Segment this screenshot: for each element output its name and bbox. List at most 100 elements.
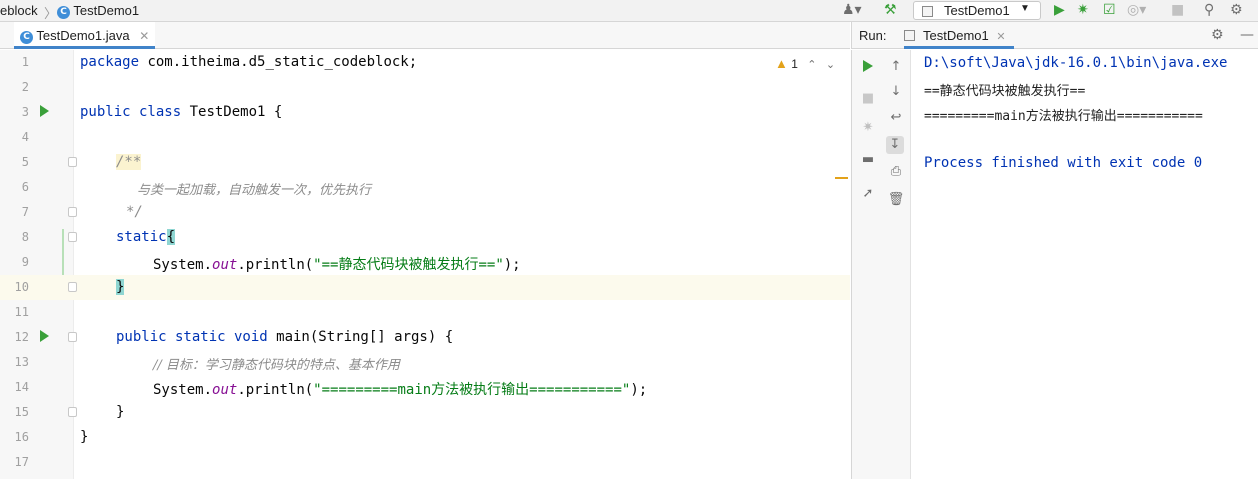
close-icon[interactable]: ✕ [996,31,1005,43]
code-line: 17 [0,450,850,475]
file-icon [904,30,915,41]
class-icon: C [20,31,33,44]
keyword: public static void [116,329,268,345]
code-line: 1 package com.itheima.d5_static_codebloc… [0,50,850,75]
method-call: .println( [237,382,314,398]
profile-icon[interactable]: ◎▾ [1127,2,1146,18]
clear-icon[interactable]: 🗑 [887,191,905,209]
fold-icon[interactable] [68,332,77,342]
breadcrumb-class[interactable]: C TestDemo1 [57,3,139,19]
run-tab-label: TestDemo1 [923,28,989,43]
code-line: 9 System.out.println("==静态代码块被触发执行=="); [0,250,850,275]
breadcrumb-separator-icon: 〉 [44,6,58,21]
debug-rerun-icon[interactable]: ✷ [859,119,877,137]
brace-highlight: } [116,279,125,295]
rerun-icon[interactable] [863,60,873,72]
class-declaration: TestDemo1 { [181,104,283,120]
line-number: 10 [14,280,29,294]
code-line: 5 /** [0,150,850,175]
breadcrumb-package[interactable]: eblock [0,3,38,18]
code-line: 14 System.out.println("=========main方法被执… [0,375,850,400]
method-call: .println( [237,257,314,273]
console-line-output: ==静态代码块被触发执行== [924,84,1086,99]
run-gutter-icon[interactable] [40,330,49,342]
run-configuration-label: TestDemo1 [944,3,1010,18]
debug-icon[interactable]: ✷ [1077,2,1089,18]
code-line-current: 10 } [0,275,850,300]
console-line-command: D:\soft\Java\jdk-16.0.1\bin\java.exe [924,55,1228,71]
code-line: 3 public class TestDemo1 { [0,100,850,125]
line-number: 17 [14,455,29,469]
run-toolbar-primary: ■ ✷ ▬ ➚ [851,50,881,479]
settings-icon[interactable]: ⚙ [1230,2,1243,18]
line-number: 2 [21,80,29,94]
arrow-down-icon[interactable]: ↓ [887,83,905,101]
line-number: 3 [21,105,29,119]
keyword: public class [80,104,182,120]
statement-end: ); [503,257,521,273]
line-number: 12 [14,330,29,344]
code-line: 13 // 目标：学习静态代码块的特点、基本作用 [0,350,850,375]
line-comment: // 目标：学习静态代码块的特点、基本作用 [153,358,400,373]
settings-icon[interactable]: ⚙ [1211,27,1224,43]
navigation-bar: eblock 〉 C TestDemo1 ♟▾ ⚒ TestDemo1 ▼ ▶ … [0,0,1258,22]
fold-icon[interactable] [68,157,77,167]
line-number: 13 [14,355,29,369]
user-icon[interactable]: ♟▾ [842,2,862,18]
line-number: 8 [21,230,29,244]
keyword: static [116,229,167,245]
run-tool-window-header: Run: TestDemo1 ✕ ⚙ — [851,22,1258,49]
line-number: 7 [21,205,29,219]
code-line: 15 } [0,400,850,425]
tab-testdemo1-java[interactable]: C TestDemo1.java ✕ [14,22,156,49]
package-name: com.itheima.d5_static_codeblock; [139,54,418,70]
fold-icon[interactable] [68,407,77,417]
javadoc-close: */ [126,204,143,220]
keyword: package [80,54,140,70]
code-line: 6 与类一起加载，自动触发一次，优先执行 [0,175,850,200]
print-icon[interactable]: ⎙ [887,163,905,181]
coverage-icon[interactable]: ☑ [1103,2,1116,18]
line-number: 5 [21,155,29,169]
string-literal: "==静态代码块被触发执行==" [313,257,504,273]
line-number: 6 [21,180,29,194]
line-number: 15 [14,405,29,419]
line-number: 16 [14,430,29,444]
system-ref: System. [153,382,213,398]
chevron-down-icon: ▼ [1020,3,1030,14]
code-editor[interactable]: ▲ 1 ⌃ ⌄ 1 package com.itheima.d5_static_… [0,50,850,479]
run-icon[interactable]: ▶ [1054,2,1065,18]
pin-icon[interactable]: ➚ [859,185,877,203]
string-literal: "=========main方法被执行输出===========" [313,382,631,398]
stop-icon[interactable]: ■ [859,90,877,108]
fold-icon[interactable] [68,207,77,217]
console-output[interactable]: D:\soft\Java\jdk-16.0.1\bin\java.exe ==静… [912,50,1258,479]
line-number: 1 [21,55,29,69]
soft-wrap-icon[interactable]: ↩ [887,109,905,127]
code-line: 8 static{ [0,225,850,250]
code-line: 7 */ [0,200,850,225]
field-out: out [212,257,238,273]
scroll-to-end-icon[interactable]: ↧ [886,136,904,154]
line-number: 9 [21,255,29,269]
run-gutter-icon[interactable] [40,105,49,117]
close-icon[interactable]: ✕ [139,29,149,43]
minimize-icon[interactable]: — [1240,27,1254,43]
arrow-up-icon[interactable]: ↑ [887,58,905,76]
closing-brace: } [116,404,125,420]
method-declaration: main(String[] args) { [267,329,454,345]
run-configuration-selector[interactable]: TestDemo1 ▼ [913,1,1041,20]
code-line: 16 } [0,425,850,450]
tab-run-testdemo1[interactable]: TestDemo1 ✕ [904,22,1014,49]
line-number: 14 [14,380,29,394]
fold-icon[interactable] [68,282,77,292]
fold-icon[interactable] [68,232,77,242]
stop-icon[interactable]: ■ [1171,2,1184,18]
layout-icon[interactable]: ▬ [859,151,877,169]
console-line-exit: Process finished with exit code 0 [924,155,1203,171]
run-label: Run: [859,28,887,43]
system-ref: System. [153,257,213,273]
search-icon[interactable]: ⚲ [1204,2,1214,18]
line-number: 4 [21,130,29,144]
build-hammer-icon[interactable]: ⚒ [884,2,897,18]
